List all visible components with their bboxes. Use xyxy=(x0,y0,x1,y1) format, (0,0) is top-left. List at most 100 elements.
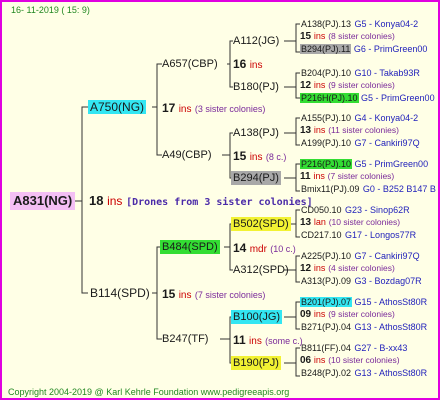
gen4-block-2-bottom-id: P216H(PJ).10 xyxy=(300,93,359,103)
gen2-node-2-label: A49(CBP) xyxy=(162,149,212,161)
gen4-block-4-ins: 11 ins (7 sister colonies) xyxy=(300,170,436,183)
gen4-block-3-bottom-id: A199(PJ).10 xyxy=(301,138,352,148)
gen2-node-1-inseminations: 16 ins xyxy=(233,57,263,71)
gen4-block-7-top-info: G15 - AthosSt80R xyxy=(354,297,428,307)
generation-date: 16- 11-2019 ( 15: 9) xyxy=(11,5,90,15)
gen4-block-3: A155(PJ).10 G4 - Konya04-2 13 ins (11 si… xyxy=(300,112,420,149)
gen2-node-1-ins-count: 16 xyxy=(233,57,247,71)
gen4-block-5-ins-note: (10 sister colonies) xyxy=(328,217,401,227)
gen2-node-2-ins-note: (8 c.) xyxy=(265,152,287,162)
gen2-node-3-label: B484(SPD) xyxy=(160,240,220,254)
gen3-node-4-label: B294(PJ) xyxy=(231,171,281,185)
gen4-block-8-top: B811(FF).04 G27 - B-xx43 xyxy=(300,342,427,354)
gen4-block-1-top-info: G5 - Konya04-2 xyxy=(354,19,419,29)
gen4-block-4: P216(PJ).10 G5 - PrimGreen00 11 ins (7 s… xyxy=(300,158,436,195)
gen4-block-3-top: A155(PJ).10 G4 - Konya04-2 xyxy=(300,112,420,124)
gen3-node-2-label: B180(PJ) xyxy=(233,81,279,93)
gen1-father-ins-word: ins xyxy=(178,290,192,301)
gen4-block-1-bottom-info: G6 - PrimGreen00 xyxy=(353,44,428,54)
gen4-block-8-bottom: B248(PJ).02 G13 - AthosSt80R xyxy=(300,367,427,379)
gen1-mother-ins-note: (3 sister colonies) xyxy=(194,104,266,114)
root-ins-word: ins xyxy=(107,194,123,208)
gen3-node-8-label: B190(PJ) xyxy=(231,356,281,370)
gen4-block-6: A225(PJ).10 G7 - Cankiri97Q 12 ins (4 si… xyxy=(300,250,422,287)
gen1-mother-ins-count: 17 xyxy=(162,101,176,115)
gen4-block-3-ins-note: (11 sister colonies) xyxy=(328,125,399,135)
gen4-block-2-top-id: B204(PJ).10 xyxy=(301,68,352,78)
gen1-father-label: B114(SPD) xyxy=(90,286,150,300)
gen4-block-1-ins: 15 ins (8 sister colonies) xyxy=(300,30,427,43)
gen4-block-2: B204(PJ).10 G10 - Takab93R 12 ins (9 sis… xyxy=(300,67,435,104)
gen2-node-4-inseminations: 11 ins (some c.) xyxy=(233,333,303,347)
gen4-block-6-top: A225(PJ).10 G7 - Cankiri97Q xyxy=(300,250,422,262)
gen4-block-5-bottom-id: CD217.10 xyxy=(301,230,342,240)
gen4-block-6-ins-count: 12 xyxy=(300,263,312,274)
gen4-block-3-bottom-info: G7 - Cankiri97Q xyxy=(354,138,420,148)
gen4-block-5-top-info: G23 - Sinop62R xyxy=(345,205,410,215)
gen4-block-6-ins-note: (4 sister colonies) xyxy=(328,263,395,273)
root-drones-note: [Drones from 3 sister colonies] xyxy=(126,197,313,208)
gen4-block-1: A138(PJ).13 G5 - Konya04-2 15 ins (8 sis… xyxy=(300,18,427,55)
gen4-block-8-ins: 06 ins (10 sister colonies) xyxy=(300,354,427,367)
gen4-block-3-ins-word: ins xyxy=(313,125,326,135)
gen2-node-1-ins-word: ins xyxy=(249,60,263,71)
gen4-block-8-ins-count: 06 xyxy=(300,355,312,366)
gen4-block-2-top-info: G10 - Takab93R xyxy=(354,68,420,78)
gen4-block-7: B201(PJ).07 G15 - AthosSt80R 09 ins (9 s… xyxy=(300,296,427,333)
gen4-block-5-ins-word: lan xyxy=(313,217,326,227)
gen4-block-6-top-id: A225(PJ).10 xyxy=(301,251,352,261)
gen2-node-4-label: B247(TF) xyxy=(162,333,209,345)
gen4-block-7-ins: 09 ins (9 sister colonies) xyxy=(300,308,427,321)
gen4-block-5-bottom-info: G17 - Longos77R xyxy=(345,230,417,240)
gen4-block-7-top-id: B201(PJ).07 xyxy=(300,297,353,307)
gen4-block-2-ins-note: (9 sister colonies) xyxy=(328,80,395,90)
gen4-block-4-top-id: P216(PJ).10 xyxy=(300,159,353,169)
gen4-block-2-bottom-info: G5 - PrimGreen00 xyxy=(361,93,435,103)
gen2-node-3-ins-note: (10 c.) xyxy=(270,244,296,254)
gen4-block-4-bottom-info: G0 - B252 B147 B xyxy=(362,184,436,194)
gen4-block-2-ins-count: 12 xyxy=(300,80,312,91)
gen4-block-4-top-info: G5 - PrimGreen00 xyxy=(354,159,429,169)
gen4-block-6-top-info: G7 - Cankiri97Q xyxy=(354,251,420,261)
gen4-block-3-ins-count: 13 xyxy=(300,125,312,136)
gen4-block-3-top-info: G4 - Konya04-2 xyxy=(354,113,419,123)
gen4-block-5-top-id: CD050.10 xyxy=(301,205,342,215)
gen4-block-7-ins-count: 09 xyxy=(300,309,312,320)
gen2-node-2-ins-word: ins xyxy=(249,152,263,163)
gen4-block-7-top: B201(PJ).07 G15 - AthosSt80R xyxy=(300,296,427,308)
gen1-mother-ins-word: ins xyxy=(178,104,192,115)
root-queen: A831(NG) xyxy=(10,192,76,210)
gen4-block-7-bottom: B271(PJ).04 G13 - AthosSt80R xyxy=(300,321,427,333)
gen2-node-4-ins-count: 11 xyxy=(233,333,246,347)
gen4-block-1-bottom-id: B294(PJ).11 xyxy=(300,44,352,54)
gen4-block-8-top-info: G27 - B-xx43 xyxy=(354,343,408,353)
gen4-block-6-ins: 12 ins (4 sister colonies) xyxy=(300,262,422,275)
gen4-block-3-top-id: A155(PJ).10 xyxy=(301,113,352,123)
gen3-node-1-label: A112(JG) xyxy=(233,35,280,47)
gen4-block-5: CD050.10 G23 - Sinop62R 13 lan (10 siste… xyxy=(300,204,416,241)
gen1-father-ins-note: (7 sister colonies) xyxy=(194,290,266,300)
gen4-block-5-top: CD050.10 G23 - Sinop62R xyxy=(300,204,416,216)
gen1-father-ins-count: 15 xyxy=(162,287,176,301)
gen3-node-6-label: A312(SPD) xyxy=(233,264,289,276)
gen4-block-3-bottom: A199(PJ).10 G7 - Cankiri97Q xyxy=(300,137,420,149)
copyright-footer: Copyright 2004-2019 @ Karl Kehrle Founda… xyxy=(8,387,290,397)
gen2-node-3-inseminations: 14 mdr (10 c.) xyxy=(233,241,296,255)
gen4-block-4-bottom: Bmix11(PJ).09 G0 - B252 B147 B xyxy=(300,183,436,195)
gen4-block-3-ins: 13 ins (11 sister colonies) xyxy=(300,124,420,137)
gen4-block-4-ins-word: ins xyxy=(313,171,325,181)
gen2-node-2-ins-count: 15 xyxy=(233,149,247,163)
gen4-block-6-ins-word: ins xyxy=(313,263,326,273)
gen4-block-7-bottom-info: G13 - AthosSt80R xyxy=(354,322,428,332)
gen4-block-2-ins: 12 ins (9 sister colonies) xyxy=(300,79,435,92)
gen4-block-6-bottom-info: G3 - Bozdag07R xyxy=(354,276,422,286)
gen4-block-4-bottom-id: Bmix11(PJ).09 xyxy=(301,184,360,194)
root-ins-count: 18 xyxy=(89,193,104,208)
gen2-node-4-ins-note: (some c.) xyxy=(265,336,303,346)
gen4-block-1-top-id: A138(PJ).13 xyxy=(301,19,352,29)
root-inseminations: 18 ins [Drones from 3 sister colonies] xyxy=(89,193,313,208)
gen2-node-3-ins-word: mdr xyxy=(249,244,267,255)
gen4-block-6-bottom-id: A313(PJ).09 xyxy=(301,276,352,286)
gen2-node-4-ins-word: ins xyxy=(249,336,262,347)
gen4-block-7-bottom-id: B271(PJ).04 xyxy=(301,322,352,332)
